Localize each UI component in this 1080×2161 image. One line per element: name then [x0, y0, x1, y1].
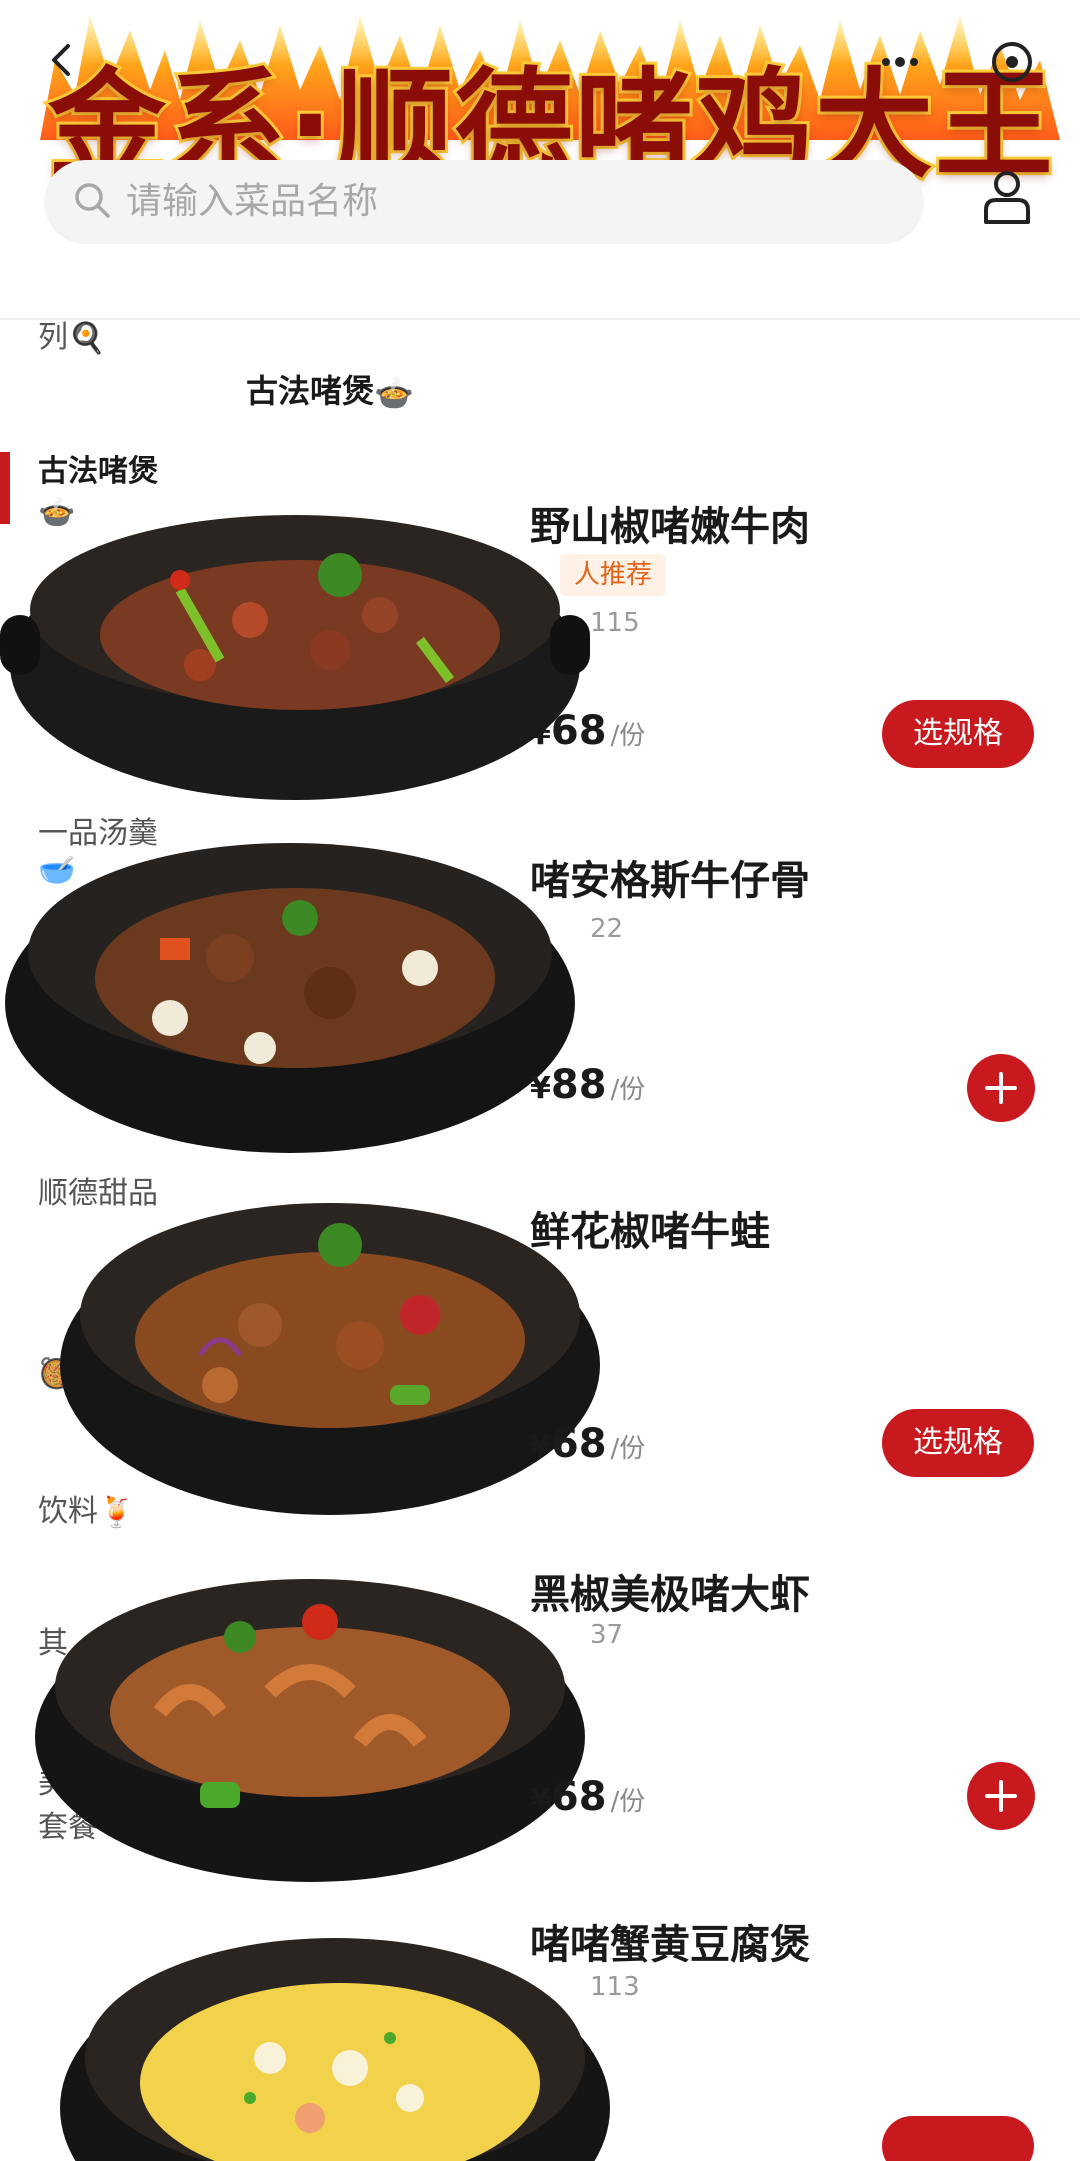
- search-placeholder: 请输入菜品名称: [126, 181, 379, 222]
- dish-image[interactable]: [0, 818, 580, 1158]
- price-value: 68: [550, 1421, 607, 1467]
- product-price: ¥88/份: [530, 1062, 645, 1108]
- list-item: 野山椒啫嫩牛肉 人推荐 115 ¥68/份 选规格: [0, 490, 1080, 810]
- menu-page: 金系·顺德啫鸡大王 请输入菜品名称 列🍳 古法啫煲 🍲 一品汤羹 🥣 顺德甜品 …: [0, 0, 1080, 2161]
- list-item: 啫啫蟹黄豆腐煲 113: [0, 1908, 1080, 2161]
- price-unit: /份: [610, 1787, 646, 1817]
- currency-symbol: ¥: [530, 717, 551, 752]
- sidebar-item-series[interactable]: 列🍳: [38, 312, 105, 356]
- section-title-label: 古法啫煲: [246, 372, 375, 410]
- section-title: 古法啫煲🍲: [246, 366, 414, 412]
- currency-symbol: ¥: [530, 1430, 551, 1465]
- product-name: 啫啫蟹黄豆腐煲: [530, 1922, 810, 1968]
- price-unit: /份: [610, 1075, 646, 1105]
- search-input[interactable]: 请输入菜品名称: [44, 160, 924, 244]
- product-name: 啫安格斯牛仔骨: [530, 858, 810, 904]
- product-price: ¥68/份: [530, 1421, 645, 1467]
- add-to-cart-button[interactable]: [967, 1054, 1035, 1122]
- list-item: 黑椒美极啫大虾 37 ¥68/份: [0, 1552, 1080, 1892]
- price-value: 68: [550, 708, 607, 754]
- close-icon[interactable]: [990, 40, 1034, 84]
- plus-icon: [985, 1072, 1017, 1104]
- product-name: 黑椒美极啫大虾: [530, 1572, 810, 1618]
- list-item: 鲜花椒啫牛蛙 ¥68/份 选规格: [0, 1175, 1080, 1525]
- sales-count: 37: [590, 1620, 624, 1650]
- sidebar-item-gufa-zhebao[interactable]: 古法啫煲: [38, 446, 158, 490]
- frying-pan-icon: 🍳: [68, 321, 106, 356]
- product-price: ¥68/份: [530, 708, 645, 754]
- header: 金系·顺德啫鸡大王 请输入菜品名称: [0, 0, 1080, 320]
- sidebar-item-label: 古法啫煲: [38, 454, 158, 489]
- select-spec-button[interactable]: 选规格: [882, 1409, 1034, 1477]
- select-spec-button[interactable]: 选规格: [882, 700, 1034, 768]
- price-unit: /份: [610, 721, 646, 751]
- sales-count: 113: [590, 1972, 640, 2002]
- more-icon[interactable]: [880, 50, 920, 74]
- price-value: 88: [550, 1062, 607, 1108]
- recommend-badge: 人推荐: [560, 554, 667, 596]
- sales-count: 22: [590, 914, 624, 944]
- back-icon[interactable]: [42, 40, 82, 80]
- product-name: 野山椒啫嫩牛肉: [530, 504, 810, 550]
- stew-pot-icon: 🍲: [374, 374, 414, 412]
- dish-image[interactable]: [20, 1552, 610, 1892]
- price-unit: /份: [610, 1434, 646, 1464]
- select-spec-button-partial[interactable]: [882, 2116, 1034, 2161]
- product-name: 鲜花椒啫牛蛙: [530, 1209, 770, 1255]
- list-item: 啫安格斯牛仔骨 22 ¥88/份: [0, 818, 1080, 1158]
- currency-symbol: ¥: [530, 1071, 551, 1106]
- user-icon[interactable]: [982, 168, 1032, 226]
- currency-symbol: ¥: [530, 1783, 551, 1818]
- add-to-cart-button[interactable]: [967, 1762, 1035, 1830]
- plus-icon: [985, 1780, 1017, 1812]
- sidebar-item-label: 列: [38, 320, 68, 355]
- dish-image[interactable]: [0, 490, 590, 820]
- sales-count: 115: [590, 608, 640, 638]
- product-price: ¥68/份: [530, 1774, 645, 1820]
- search-icon: [75, 183, 110, 218]
- price-value: 68: [550, 1774, 607, 1820]
